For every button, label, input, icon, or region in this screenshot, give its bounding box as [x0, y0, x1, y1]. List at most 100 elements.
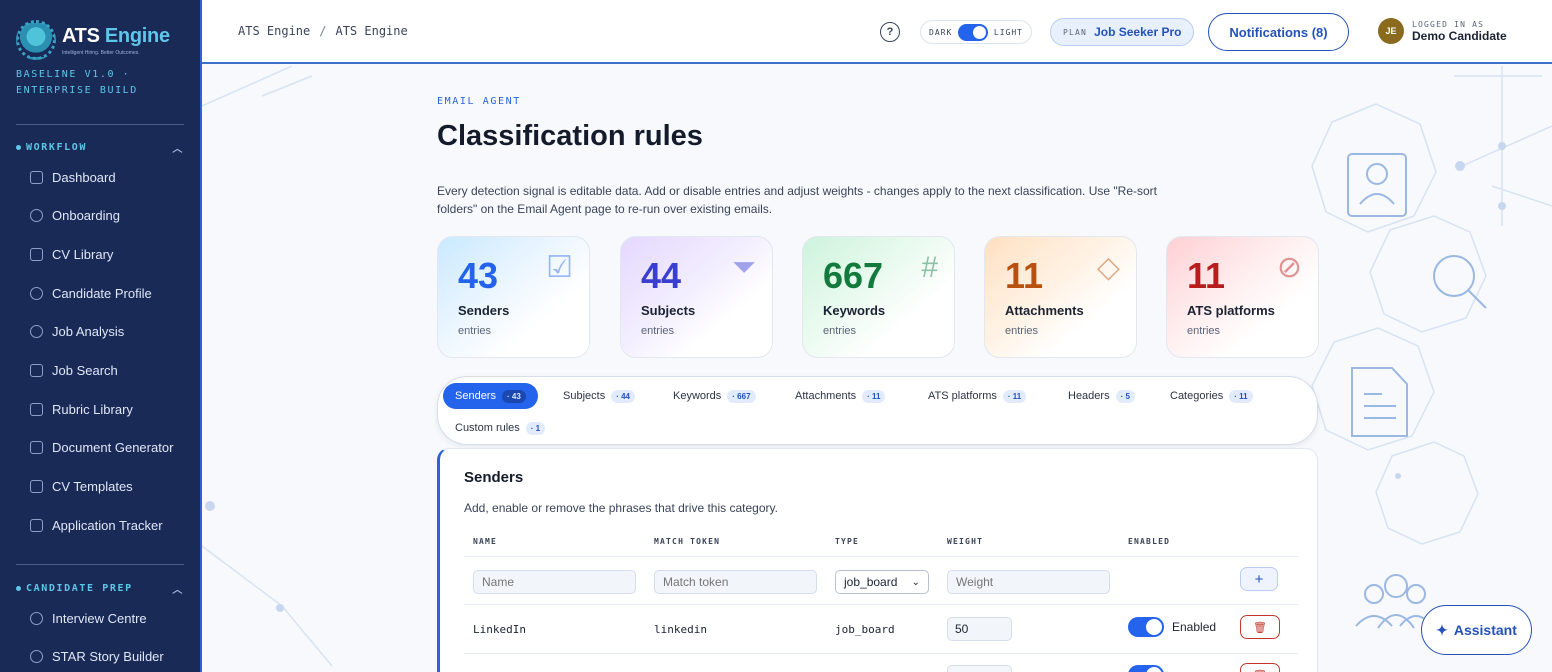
tab-attachments[interactable]: Attachments · 11: [783, 383, 897, 409]
page-description: Every detection signal is editable data.…: [437, 184, 1157, 216]
breadcrumb: ATS Engine / ATS Engine: [238, 24, 408, 38]
stat-card-subjects[interactable]: 44 ⏷ Subjects entries: [620, 236, 773, 358]
new-token-input[interactable]: [654, 570, 817, 594]
sparkle-icon: ✦: [1436, 621, 1448, 638]
new-name-input[interactable]: [473, 570, 636, 594]
stat-label: Attachments: [1005, 303, 1084, 318]
rule-tabs: Senders · 43 Subjects · 44 Keywords · 667 Atta…: [437, 376, 1318, 445]
row-enabled-toggle[interactable]: [1128, 617, 1164, 637]
section-title: CANDIDATE PREP: [26, 583, 133, 594]
table-divider: [464, 604, 1298, 605]
tag-icon: ◇: [1096, 251, 1120, 284]
column-header-weight: WEIGHT: [947, 537, 984, 546]
sidebar-item-document-generator[interactable]: Document Generator: [30, 437, 173, 459]
user-icon: [30, 286, 43, 300]
stat-sublabel: entries: [1187, 325, 1221, 337]
tab-subjects[interactable]: Subjects · 44: [551, 383, 647, 409]
document-icon: [30, 247, 43, 261]
sidebar-item-job-search[interactable]: Job Search: [30, 360, 118, 382]
chevron-down-icon: ⌄: [911, 576, 920, 588]
plan-value: Job Seeker Pro: [1094, 25, 1182, 39]
brand-logo[interactable]: ATS Engine Intelligent Hiring. Better Ou…: [16, 20, 170, 60]
column-header-enabled: ENABLED: [1128, 537, 1171, 546]
tab-label: Headers: [1068, 390, 1110, 402]
theme-dark-label: DARK: [929, 27, 953, 37]
chevron-up-icon[interactable]: ︿: [172, 581, 184, 596]
sidebar-item-label: Application Tracker: [52, 517, 163, 533]
tab-count-badge: · 5: [1115, 389, 1135, 403]
row-weight-input[interactable]: 50: [947, 617, 1012, 641]
help-icon[interactable]: ?: [880, 22, 900, 42]
table-divider: [464, 653, 1298, 654]
file-export-icon: [30, 441, 43, 455]
sidebar-item-star-story-builder[interactable]: STAR Story Builder: [30, 646, 164, 668]
stat-card-senders[interactable]: 43 ☑ Senders entries: [437, 236, 590, 358]
breadcrumb-item-current: ATS Engine: [335, 24, 408, 38]
plan-label: PLAN: [1063, 27, 1088, 37]
user-menu[interactable]: JE LOGGED IN AS Demo Candidate: [1378, 18, 1507, 44]
new-type-select[interactable]: job_board ⌄: [835, 570, 929, 594]
logo-gear-icon: [16, 20, 56, 60]
breadcrumb-item[interactable]: ATS Engine: [238, 24, 310, 38]
delete-row-button[interactable]: 🗑: [1240, 615, 1280, 639]
brand-tagline: Intelligent Hiring. Better Outcomes.: [62, 49, 140, 56]
delete-row-button[interactable]: 🗑: [1240, 663, 1280, 672]
tab-ats-platforms[interactable]: ATS platforms · 11: [916, 383, 1038, 409]
sidebar-item-label: Onboarding: [52, 208, 120, 224]
sidebar-item-onboarding[interactable]: Onboarding: [30, 205, 120, 227]
theme-switch[interactable]: [958, 23, 988, 41]
row-enabled-toggle[interactable]: [1128, 665, 1164, 672]
plan-badge[interactable]: PLAN Job Seeker Pro: [1050, 18, 1195, 46]
stat-sublabel: entries: [1005, 325, 1039, 337]
stat-card-attachments[interactable]: 11 ◇ Attachments entries: [984, 236, 1137, 358]
tab-count-badge: · 43: [501, 389, 526, 403]
theme-toggle[interactable]: DARK LIGHT: [920, 20, 1032, 44]
row-weight-input[interactable]: [947, 665, 1012, 672]
chevron-up-icon[interactable]: ︿: [172, 140, 184, 155]
new-weight-input[interactable]: [947, 570, 1110, 594]
section-candidate-prep[interactable]: CANDIDATE PREP ︿: [16, 581, 184, 596]
build-label: BASELINE V1.0 · ENTERPRISE BUILD: [16, 69, 138, 96]
assistant-button[interactable]: ✦ Assistant: [1421, 605, 1532, 655]
stat-value: 11: [1005, 255, 1044, 296]
sidebar-item-dashboard[interactable]: Dashboard: [30, 166, 116, 188]
tab-keywords[interactable]: Keywords · 667: [661, 383, 768, 409]
sidebar-item-cv-library[interactable]: CV Library: [30, 243, 113, 265]
tab-count-badge: · 11: [1229, 389, 1253, 403]
tab-label: Attachments: [795, 390, 857, 402]
section-workflow[interactable]: WORKFLOW ︿: [16, 140, 184, 155]
column-header-name: NAME: [473, 537, 498, 546]
notifications-button[interactable]: Notifications (8): [1208, 13, 1349, 51]
tab-label: Categories: [1170, 390, 1224, 402]
tab-count-badge: · 11: [1002, 389, 1027, 403]
sidebar-divider: [16, 124, 184, 125]
sidebar-item-cv-templates[interactable]: CV Templates: [30, 476, 133, 498]
sidebar: ATS Engine Intelligent Hiring. Better Ou…: [0, 0, 202, 672]
sidebar-item-job-analysis[interactable]: Job Analysis: [30, 321, 124, 343]
sidebar-item-label: Job Analysis: [52, 324, 125, 340]
stat-card-ats-platforms[interactable]: 11 ⊘ ATS platforms entries: [1166, 236, 1319, 358]
stat-sublabel: entries: [823, 325, 857, 337]
checklist-icon: ☑: [546, 251, 573, 284]
tab-senders[interactable]: Senders · 43: [443, 383, 538, 409]
sidebar-item-label: STAR Story Builder: [52, 649, 164, 665]
sidebar-item-interview-centre[interactable]: Interview Centre: [30, 607, 147, 629]
sidebar-item-candidate-profile[interactable]: Candidate Profile: [30, 282, 152, 304]
sidebar-item-label: Document Generator: [52, 440, 174, 456]
tab-custom-rules[interactable]: Custom rules · 1: [443, 415, 557, 441]
sidebar-item-application-tracker[interactable]: Application Tracker: [30, 514, 163, 536]
paperclip-icon: ⊘: [1276, 251, 1302, 284]
tab-count-badge: · 1: [525, 421, 546, 435]
brand-name: ATS Engine: [62, 24, 170, 47]
tab-count-badge: · 11: [862, 389, 886, 403]
stat-value: 11: [1187, 255, 1226, 296]
section-title: WORKFLOW: [26, 142, 87, 153]
tab-headers[interactable]: Headers · 5: [1056, 383, 1147, 409]
tab-categories[interactable]: Categories · 11: [1158, 383, 1265, 409]
row-token: linkedin: [654, 623, 707, 636]
sidebar-item-rubric-library[interactable]: Rubric Library: [30, 398, 133, 420]
stat-card-keywords[interactable]: 667 # Keywords entries: [802, 236, 955, 358]
add-rule-button[interactable]: +: [1240, 567, 1278, 591]
stat-value: 667: [823, 255, 884, 296]
book-icon: [30, 402, 43, 416]
